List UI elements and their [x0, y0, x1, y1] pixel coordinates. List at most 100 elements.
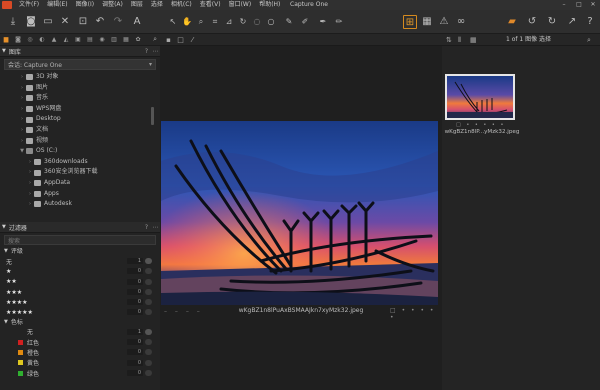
tree-item[interactable]: › Desktop	[0, 114, 160, 125]
tool-search-icon[interactable]: ⌕	[153, 35, 157, 44]
filter-toggle[interactable]	[145, 309, 152, 316]
copy-adjustments-icon[interactable]: ⊡	[76, 15, 90, 29]
view-mode-icon[interactable]: ▦	[470, 34, 477, 46]
filter-toggle[interactable]	[145, 268, 152, 275]
thumbnail-rating-dots[interactable]: □ • • • • •	[456, 122, 505, 128]
chevron-right-icon[interactable]: ›	[18, 125, 26, 136]
color-filter-row[interactable]: 橙色 0	[0, 347, 160, 357]
filter-search-input[interactable]: 搜索	[4, 235, 156, 245]
rating-filter-row[interactable]: ★★ 0	[0, 277, 160, 287]
rating-filter-row[interactable]: ★★★ 0	[0, 287, 160, 297]
chevron-right-icon[interactable]: ›	[18, 114, 26, 125]
tree-item[interactable]: › 视频	[0, 136, 160, 147]
tree-item[interactable]: › 音乐	[0, 93, 160, 104]
undo-icon[interactable]: ↶	[93, 15, 107, 29]
workspace-icon[interactable]: ▰	[505, 15, 519, 29]
help-icon[interactable]: ?	[142, 224, 151, 231]
pan-tool-icon[interactable]: ✋	[182, 15, 192, 29]
cursor-tool-icon[interactable]: ↖	[168, 15, 178, 29]
menu-adjust[interactable]: 调整(A)	[98, 0, 127, 10]
tab-details-icon[interactable]: ◭	[62, 36, 70, 44]
tree-item[interactable]: › 文档	[0, 125, 160, 136]
exposure-warning-icon[interactable]: ⚠	[437, 15, 451, 29]
help-icon[interactable]: ?	[583, 15, 597, 29]
brush-tool-icon[interactable]: ✐	[300, 15, 310, 29]
tree-item[interactable]: › AppData	[0, 178, 160, 189]
chevron-right-icon[interactable]: ›	[18, 72, 26, 83]
help-icon[interactable]: ?	[142, 48, 151, 55]
export-icon[interactable]: ▭	[41, 15, 55, 29]
filter-toggle[interactable]	[145, 278, 152, 285]
menu-view[interactable]: 查看(V)	[196, 0, 225, 10]
chevron-right-icon[interactable]: ›	[26, 178, 34, 189]
tree-item[interactable]: › WPS网盘	[0, 104, 160, 115]
filters-header[interactable]: ▼ 过滤器 ? ⋯	[0, 222, 160, 233]
tab-lens-icon[interactable]: ◎	[26, 36, 34, 44]
color-filter-row[interactable]: 绿色 0	[0, 368, 160, 378]
filter-icon[interactable]: ⦀	[458, 34, 461, 46]
chevron-right-icon[interactable]: ›	[26, 167, 34, 178]
tree-item[interactable]: › 360安全浏览器下载	[0, 167, 160, 178]
filter-toggle[interactable]	[145, 288, 152, 295]
color-filter-row[interactable]: 无1	[0, 327, 160, 337]
more-icon[interactable]: ⋯	[151, 224, 160, 231]
annotate-tool-icon[interactable]: ✏	[334, 15, 344, 29]
tab-metadata-icon[interactable]: ◉	[98, 36, 106, 44]
import-icon[interactable]: ⤓	[6, 15, 20, 29]
collapse-caret-icon[interactable]: ▼	[2, 48, 6, 54]
chevron-right-icon[interactable]: ›	[26, 157, 34, 168]
filter-toggle[interactable]	[145, 299, 152, 306]
grid-icon[interactable]: ▦	[420, 15, 434, 29]
single-view-icon[interactable]: ▪	[164, 36, 173, 44]
more-icon[interactable]: ⋯	[151, 48, 160, 55]
library-header[interactable]: ▼ 图库 ? ⋯	[0, 46, 160, 57]
sort-icon[interactable]: ⇅	[446, 34, 452, 46]
filter-toggle[interactable]	[145, 258, 152, 264]
menu-image[interactable]: 图像(I)	[72, 0, 98, 10]
chevron-right-icon[interactable]: ›	[26, 199, 34, 210]
tab-local-icon[interactable]: ▣	[74, 36, 82, 44]
picker-tool-icon[interactable]: ✎	[284, 15, 294, 29]
viewer-rating-dots[interactable]: □ • • • • •	[390, 307, 442, 321]
tree-item[interactable]: › Apps	[0, 189, 160, 200]
tree-item[interactable]: › Autodesk	[0, 199, 160, 210]
keystone-tool-icon[interactable]: ⊿	[224, 15, 234, 29]
tab-adjust-icon[interactable]: ▤	[86, 36, 94, 44]
rating-filter-row[interactable]: ★★★★★ 0	[0, 307, 160, 317]
rotate-right-icon[interactable]: ↻	[545, 15, 559, 29]
loupe-tool-icon[interactable]: ⌕	[196, 15, 206, 29]
rating-filter-row[interactable]: 无1	[0, 256, 160, 266]
chevron-right-icon[interactable]: ›	[18, 93, 26, 104]
redo-icon[interactable]: ↷	[111, 15, 125, 29]
chevron-right-icon[interactable]: ›	[18, 104, 26, 115]
chevron-down-icon[interactable]: ▼	[18, 146, 26, 157]
rotate-left-icon[interactable]: ↺	[525, 15, 539, 29]
menu-edit[interactable]: 编辑(E)	[43, 0, 71, 10]
spot-tool-icon[interactable]: ◌	[252, 15, 262, 29]
filter-toggle[interactable]	[145, 328, 152, 335]
menu-window[interactable]: 窗口(W)	[225, 0, 256, 10]
camera-icon[interactable]: ◙	[24, 15, 38, 29]
menu-file[interactable]: 文件(F)	[15, 0, 43, 10]
filter-toggle[interactable]	[145, 339, 152, 346]
filter-toggle[interactable]	[145, 349, 152, 356]
menu-layers[interactable]: 图层	[127, 0, 147, 10]
rating-filter-row[interactable]: ★★★★ 0	[0, 297, 160, 307]
maximize-icon[interactable]: □	[572, 0, 586, 10]
rating-filter-row[interactable]: ★ 0	[0, 266, 160, 276]
tab-batch-icon[interactable]: ▦	[122, 36, 130, 44]
circle-mask-icon[interactable]: ○	[266, 15, 276, 29]
text-tool-icon[interactable]: A	[130, 15, 144, 29]
menu-help[interactable]: 帮助(H)	[255, 0, 284, 10]
tab-exposure-icon[interactable]: ▲	[50, 36, 58, 44]
tab-custom-icon[interactable]: ✿	[134, 36, 142, 44]
chevron-right-icon[interactable]: ›	[18, 83, 26, 94]
tree-item[interactable]: ▼ OS (C:)	[0, 146, 160, 157]
browser-search-icon[interactable]: ⌕	[587, 34, 591, 46]
eraser-tool-icon[interactable]: ✒	[318, 15, 328, 29]
tree-item[interactable]: › 360downloads	[0, 157, 160, 168]
main-photo[interactable]	[161, 121, 438, 305]
eyedropper-icon[interactable]: ⁄	[188, 36, 197, 44]
menu-select[interactable]: 选择	[147, 0, 167, 10]
tab-library-icon[interactable]: ▆	[2, 36, 10, 44]
